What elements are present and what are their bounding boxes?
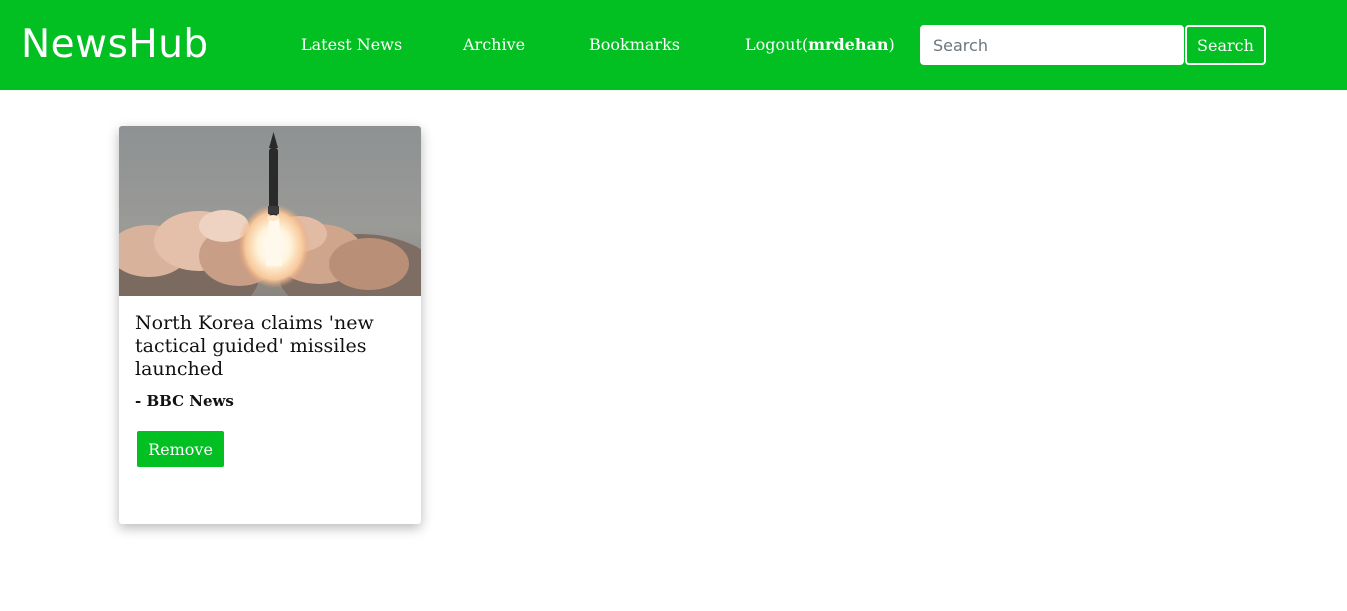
logout-suffix: ) — [888, 35, 895, 54]
top-navbar: NewsHub Latest News Archive Bookmarks Lo… — [0, 0, 1347, 90]
search-input[interactable] — [920, 25, 1184, 65]
nav-bookmarks-link[interactable]: Bookmarks — [589, 34, 680, 56]
nav-latest-news-link[interactable]: Latest News — [301, 34, 402, 56]
search-button[interactable]: Search — [1185, 25, 1266, 65]
logout-prefix: Logout( — [745, 35, 809, 54]
bookmark-card: North Korea claims 'new tactical guided'… — [119, 126, 421, 524]
article-title: North Korea claims 'new tactical guided'… — [135, 312, 374, 380]
nav-archive-link[interactable]: Archive — [463, 34, 525, 56]
missile-launch-photo — [119, 126, 421, 296]
article-source: - BBC News — [135, 392, 234, 410]
brand-logo[interactable]: NewsHub — [21, 22, 209, 68]
remove-bookmark-button[interactable]: Remove — [137, 431, 224, 467]
logout-username: mrdehan — [808, 35, 889, 54]
nav-logout-link[interactable]: Logout(mrdehan) — [745, 34, 895, 56]
